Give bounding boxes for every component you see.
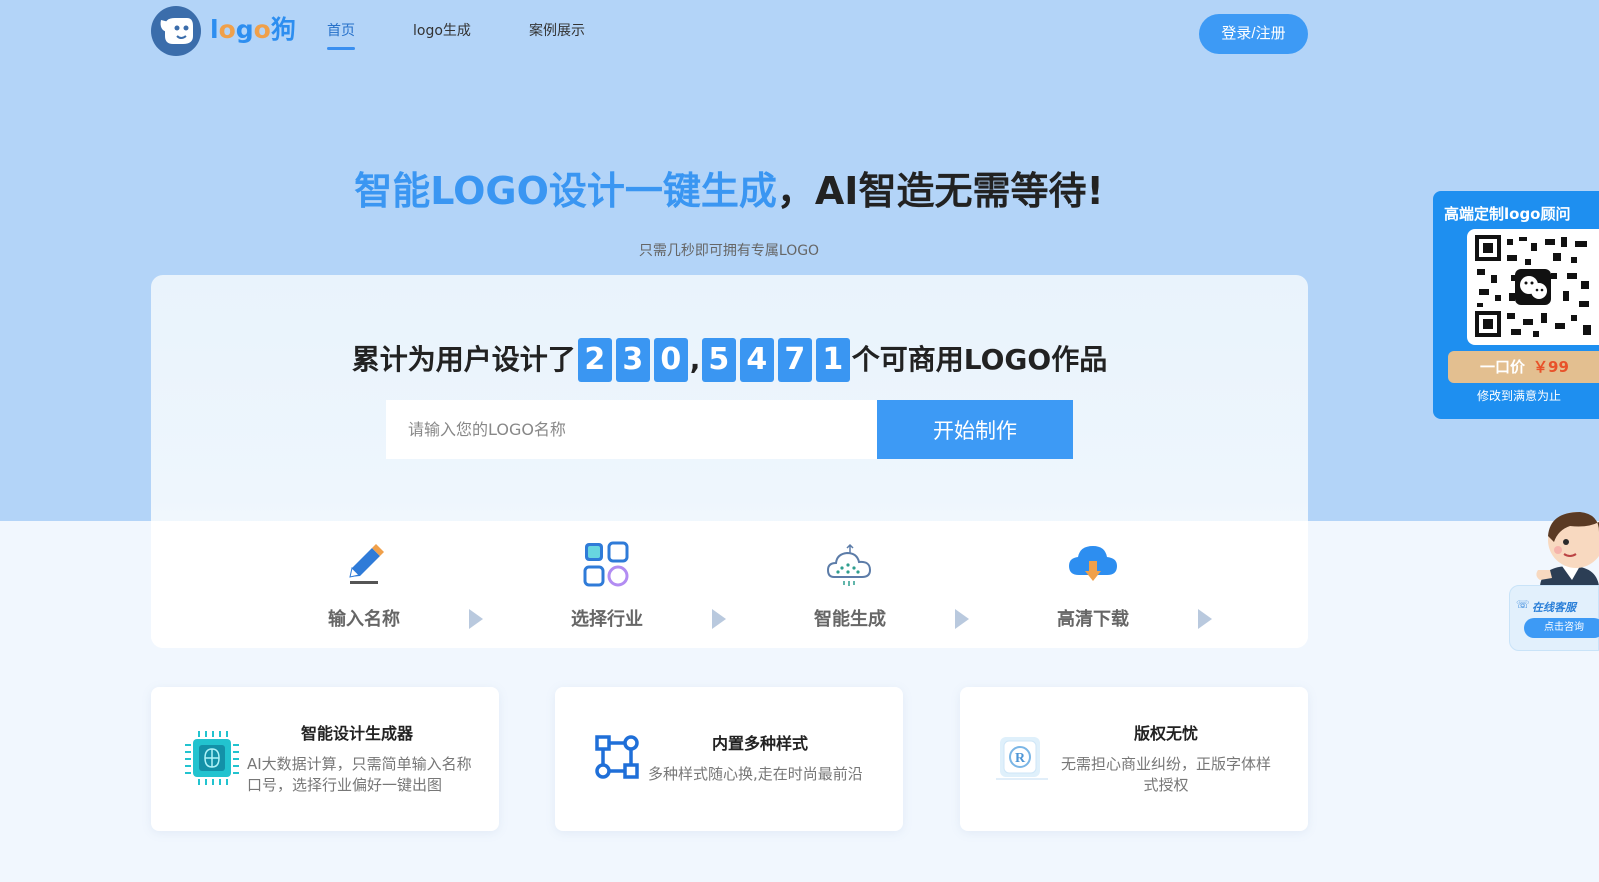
step-select-industry: 选择行业: [547, 537, 667, 633]
counter-digit: 7: [777, 338, 812, 382]
feature-title: 内置多种样式: [712, 734, 809, 753]
feature-card-smart-generator: 智能设计生成器 AI大数据计算，只需简单输入名称口号，选择行业偏好一键出图: [151, 687, 499, 831]
counter-digit: 3: [615, 338, 650, 382]
counter-digit: 2: [577, 338, 612, 382]
step-arrow-icon: [469, 609, 483, 629]
headline-highlight: 智能LOGO设计一键生成: [354, 169, 777, 213]
hero-subheadline: 只需几秒即可拥有专属LOGO: [638, 243, 820, 259]
cloud-download-icon: [1069, 546, 1117, 581]
header: logo狗 首页 logo生成 案例展示 登录/注册: [0, 0, 1599, 68]
dog-logo-icon[interactable]: [151, 6, 201, 56]
counter-digit: 5: [701, 338, 736, 382]
step-hd-download: 高清下载: [1033, 537, 1153, 633]
step-arrow-icon: [955, 609, 969, 629]
pencil-icon: [349, 544, 384, 584]
price-value: ￥99: [1533, 358, 1569, 376]
feature-description: AI大数据计算，只需简单输入名称口号，选择行业偏好一键出图: [247, 755, 472, 794]
logo-letter: o: [218, 15, 236, 44]
feature-description: 多种样式随心换,走在时尚最前沿: [648, 765, 863, 783]
nav-logo-generate[interactable]: logo生成: [413, 21, 471, 41]
hero-headline: 智能LOGO设计一键生成，AI智造无需等待!: [0, 165, 1458, 217]
feature-title: 智能设计生成器: [301, 724, 414, 743]
counter-digit: 1: [815, 338, 850, 382]
counter-separator: ,: [689, 343, 701, 376]
generator-card: 累计为用户设计了230,5471个可商用LOGO作品 开始制作 输入名称 选择行…: [151, 275, 1308, 648]
design-counter: 累计为用户设计了 2 3 0, 5 4 7 1 个可商用LOGO作品: [151, 336, 1308, 383]
phone-icon: ☏: [1516, 598, 1530, 611]
logo-letter: l: [210, 15, 219, 44]
login-register-button[interactable]: 登录/注册: [1199, 14, 1308, 54]
nav-home[interactable]: 首页: [327, 21, 355, 41]
counter-digit: 0: [653, 338, 688, 382]
logo-letter: 狗: [270, 15, 296, 44]
feature-description: 无需担心商业纠纷，正版字体样式授权: [1060, 755, 1271, 794]
step-label: 智能生成: [814, 609, 886, 630]
cloud-ai-icon: [826, 543, 872, 586]
registered-trademark-icon: R: [996, 737, 1048, 780]
counter-digit: 4: [739, 338, 774, 382]
counter-prefix: 累计为用户设计了: [351, 343, 576, 376]
qr-code-icon: [1475, 235, 1591, 337]
nav-active-indicator: [327, 47, 355, 50]
shape-nodes-icon: [595, 735, 639, 779]
feature-card-copyright: R 版权无忧 无需担心商业纠纷，正版字体样式授权: [960, 687, 1308, 831]
step-label: 选择行业: [571, 609, 643, 630]
consult-button[interactable]: 点击咨询: [1524, 618, 1599, 638]
customer-service-avatar-icon[interactable]: [1510, 508, 1599, 588]
consultant-title: 高端定制logo顾问: [1444, 205, 1571, 223]
step-smart-generate: 智能生成: [790, 537, 910, 633]
grid-apps-icon: [583, 541, 629, 587]
step-arrow-icon: [1198, 609, 1212, 629]
price-badge: 一口价 ￥99: [1448, 351, 1599, 383]
step-label: 输入名称: [328, 609, 400, 630]
svg-text:R: R: [1015, 751, 1026, 766]
counter-suffix: 个可商用LOGO作品: [851, 343, 1108, 376]
nav-cases[interactable]: 案例展示: [529, 21, 585, 41]
headline-rest: ，AI智造无需等待!: [776, 169, 1104, 213]
price-label: 一口价: [1480, 358, 1526, 376]
ai-chip-icon: [185, 731, 239, 785]
step-input-name: 输入名称: [304, 537, 424, 633]
step-arrow-icon: [712, 609, 726, 629]
logo-name-input[interactable]: [386, 400, 878, 459]
logo-wordmark[interactable]: logo狗: [210, 12, 296, 48]
custom-logo-consultant-panel[interactable]: 高端定制logo顾问 一口价 ￥99 修改到满意为止: [1433, 191, 1599, 419]
step-label: 高清下载: [1057, 609, 1129, 630]
feature-card-multi-styles: 内置多种样式 多种样式随心换,走在时尚最前沿: [555, 687, 903, 831]
feature-title: 版权无忧: [1134, 724, 1199, 743]
revision-note: 修改到满意为止: [1477, 389, 1562, 403]
wechat-qr-code: [1467, 229, 1599, 345]
online-service-card[interactable]: ☏ 在线客服 点击咨询: [1509, 585, 1599, 651]
start-making-button[interactable]: 开始制作: [877, 400, 1073, 459]
online-service-title: 在线客服: [1532, 601, 1576, 614]
logo-letter: g: [235, 15, 254, 44]
logo-letter: o: [253, 15, 271, 44]
